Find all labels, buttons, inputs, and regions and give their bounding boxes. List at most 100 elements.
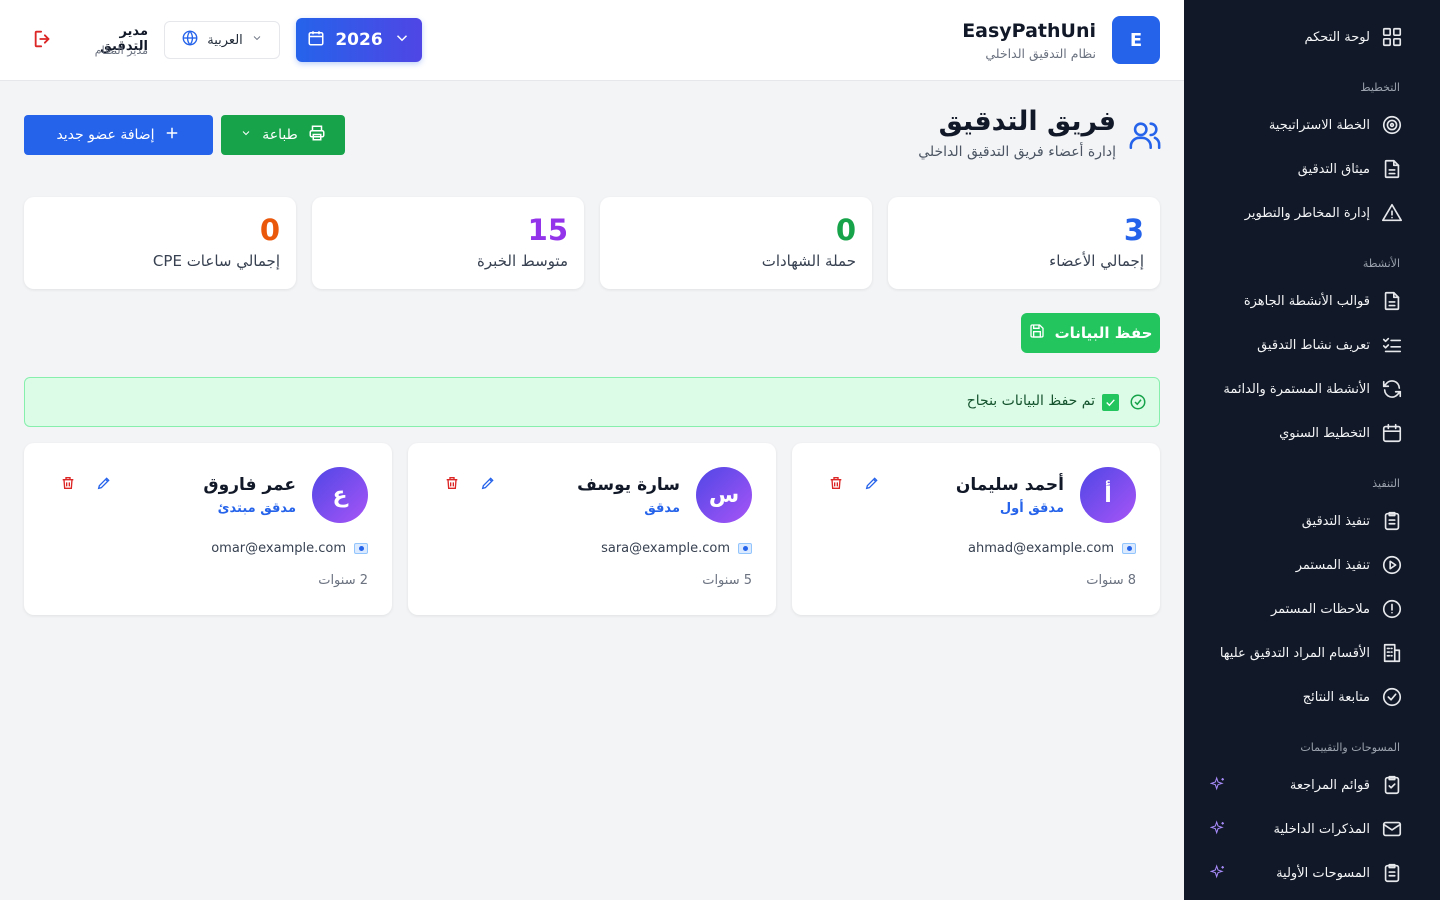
member-experience: 8 سنوات <box>1086 573 1136 588</box>
sidebar-section-surveys: المسوحات والتقييمات <box>1300 741 1400 754</box>
sidebar-item-label: ملاحظات المستمر <box>1270 601 1370 617</box>
sidebar-item-results-followup[interactable]: متابعة النتائج <box>1204 683 1404 711</box>
sidebar-item-activity-templates[interactable]: قوالب الأنشطة الجاهزة <box>1204 287 1404 315</box>
stat-card-total-members: 3 إجمالي الأعضاء <box>888 197 1160 289</box>
sidebar-item-label: ميثاق التدقيق <box>1297 161 1370 177</box>
pencil-icon[interactable] <box>860 475 880 495</box>
language-selector[interactable]: العربية <box>164 21 280 59</box>
member-card: ع عمر فاروق مدقق مبتدئ omar@example.com … <box>24 443 392 615</box>
alert-circle-icon <box>1380 597 1404 621</box>
stat-label: متوسط الخبرة <box>477 252 568 270</box>
sidebar-item-label: تعريف نشاط التدقيق <box>1257 337 1370 353</box>
sidebar-item-define-activity[interactable]: تعريف نشاط التدقيق <box>1204 331 1404 359</box>
pencil-icon[interactable] <box>476 475 496 495</box>
stat-card-certified: 0 حملة الشهادات <box>600 197 872 289</box>
refresh-icon <box>1380 377 1404 401</box>
print-button[interactable]: طباعة <box>221 115 345 155</box>
sidebar-item-internal-memos[interactable]: المذكرات الداخلية <box>1204 815 1404 843</box>
stat-value: 3 <box>1123 213 1144 247</box>
sidebar-item-audit-execution[interactable]: تنفيذ التدقيق <box>1204 507 1404 535</box>
member-name: عمر فاروق <box>203 475 296 495</box>
chevron-down-icon <box>240 127 252 143</box>
sidebar-item-label: المسوحات الأولية <box>1276 865 1370 881</box>
users-icon <box>1126 118 1162 154</box>
avatar: ع <box>312 467 368 523</box>
sidebar-section-execution: التنفيذ <box>1372 477 1400 490</box>
sidebar-item-label: الأنشطة المستمرة والدائمة <box>1223 381 1370 397</box>
member-experience: 2 سنوات <box>318 573 368 588</box>
sidebar-item-continuous-execution[interactable]: تنفيذ المستمر <box>1204 551 1404 579</box>
sidebar-item-initial-surveys[interactable]: المسوحات الأولية <box>1204 859 1404 887</box>
id-card-icon <box>1122 543 1136 554</box>
success-alert: تم حفظ البيانات بنجاح <box>24 377 1160 427</box>
user-role: مدير النظام <box>94 44 148 57</box>
add-member-button[interactable]: إضافة عضو جديد <box>24 115 213 155</box>
alert-message: تم حفظ البيانات بنجاح <box>966 393 1095 409</box>
page-title: فريق التدقيق <box>938 106 1116 137</box>
sidebar-section-planning: التخطيط <box>1360 81 1400 94</box>
checkbox-checked-icon <box>1102 394 1119 411</box>
chevron-down-icon <box>393 29 411 52</box>
calendar-icon <box>307 29 325 52</box>
trash-icon[interactable] <box>824 475 844 495</box>
sidebar-item-dashboard[interactable]: لوحة التحكم <box>1204 23 1404 51</box>
sidebar-item-continuous-notes[interactable]: ملاحظات المستمر <box>1204 595 1404 623</box>
member-email-row: ahmad@example.com <box>968 541 1136 556</box>
pencil-icon[interactable] <box>92 475 112 495</box>
play-circle-icon <box>1380 553 1404 577</box>
id-card-icon <box>354 543 368 554</box>
check-circle-icon <box>1127 393 1147 413</box>
sparkle-icon <box>1208 820 1226 838</box>
trash-icon[interactable] <box>56 475 76 495</box>
member-email-row: sara@example.com <box>601 541 752 556</box>
check-circle-icon <box>1380 685 1404 709</box>
year-selector[interactable]: 2026 <box>296 18 422 62</box>
save-data-button[interactable]: حفظ البيانات <box>1021 313 1160 353</box>
id-card-icon <box>738 543 752 554</box>
sidebar-item-label: الخطة الاستراتيجية <box>1268 117 1370 133</box>
plus-icon <box>163 124 181 146</box>
member-name: سارة يوسف <box>577 475 680 495</box>
sidebar-item-label: إدارة المخاطر والتطوير <box>1244 205 1370 221</box>
floppy-disk-icon <box>1029 323 1045 343</box>
globe-icon <box>181 29 199 51</box>
member-card: س سارة يوسف مدقق sara@example.com 5 سنوا… <box>408 443 776 615</box>
stat-value: 0 <box>835 213 856 247</box>
document-icon <box>1380 157 1404 181</box>
sidebar-item-label: تنفيذ المستمر <box>1295 557 1370 573</box>
grid-icon <box>1380 25 1404 49</box>
mail-icon <box>1380 817 1404 841</box>
stat-label: إجمالي ساعات CPE <box>152 252 280 270</box>
member-email: sara@example.com <box>601 541 730 556</box>
sidebar-item-audited-departments[interactable]: الأقسام المراد التدقيق عليها <box>1204 639 1404 667</box>
stat-card-avg-experience: 15 متوسط الخبرة <box>312 197 584 289</box>
sidebar-item-ongoing-activities[interactable]: الأنشطة المستمرة والدائمة <box>1204 375 1404 403</box>
save-label: حفظ البيانات <box>1054 324 1153 342</box>
brand-subtitle: نظام التدقيق الداخلي <box>985 46 1096 61</box>
brand-name: EasyPathUni <box>962 20 1096 42</box>
top-header: E EasyPathUni نظام التدقيق الداخلي 2026 … <box>0 0 1184 81</box>
sidebar-item-risk-management[interactable]: إدارة المخاطر والتطوير <box>1204 199 1404 227</box>
trash-icon[interactable] <box>440 475 460 495</box>
stat-card-cpe-hours: 0 إجمالي ساعات CPE <box>24 197 296 289</box>
stat-value: 0 <box>259 213 280 247</box>
chevron-down-icon <box>251 32 263 48</box>
member-role: مدقق <box>644 501 680 516</box>
sidebar-item-label: الأقسام المراد التدقيق عليها <box>1219 645 1370 661</box>
sidebar-section-activities: الأنشطة <box>1362 257 1400 270</box>
member-card: أ أحمد سليمان مدقق أول ahmad@example.com… <box>792 443 1160 615</box>
target-icon <box>1380 113 1404 137</box>
member-name: أحمد سليمان <box>955 475 1064 495</box>
sidebar-item-audit-charter[interactable]: ميثاق التدقيق <box>1204 155 1404 183</box>
clipboard-list-icon <box>1380 509 1404 533</box>
sidebar: لوحة التحكم التخطيط الخطة الاستراتيجية م… <box>1184 0 1440 900</box>
member-role: مدقق أول <box>999 501 1064 516</box>
logout-icon[interactable] <box>30 28 54 52</box>
clipboard-check-icon <box>1380 773 1404 797</box>
print-label: طباعة <box>262 127 298 143</box>
sidebar-item-checklists[interactable]: قوائم المراجعة <box>1204 771 1404 799</box>
avatar: س <box>696 467 752 523</box>
checklist-icon <box>1380 333 1404 357</box>
sidebar-item-annual-planning[interactable]: التخطيط السنوي <box>1204 419 1404 447</box>
sidebar-item-strategic-plan[interactable]: الخطة الاستراتيجية <box>1204 111 1404 139</box>
